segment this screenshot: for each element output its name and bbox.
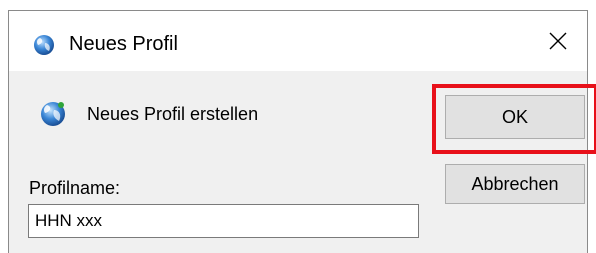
new-profile-dialog: Neues Profil Neues Profil erstellen Prof… <box>8 10 596 253</box>
screenshot-stage: Neues Profil Neues Profil erstellen Prof… <box>0 0 596 253</box>
close-button[interactable] <box>535 25 581 61</box>
create-profile-heading: Neues Profil erstellen <box>87 104 259 124</box>
outlook-profile-icon <box>33 34 55 56</box>
profile-name-label: Profilname: <box>29 178 121 198</box>
outlook-profile-icon <box>39 99 67 127</box>
dialog-title: Neues Profil <box>69 33 178 55</box>
title-bar: Neues Profil <box>9 11 587 71</box>
profile-name-input[interactable] <box>28 204 419 238</box>
cancel-button[interactable]: Abbrechen <box>445 164 585 204</box>
close-icon <box>549 32 567 55</box>
ok-button[interactable]: OK <box>445 95 585 139</box>
